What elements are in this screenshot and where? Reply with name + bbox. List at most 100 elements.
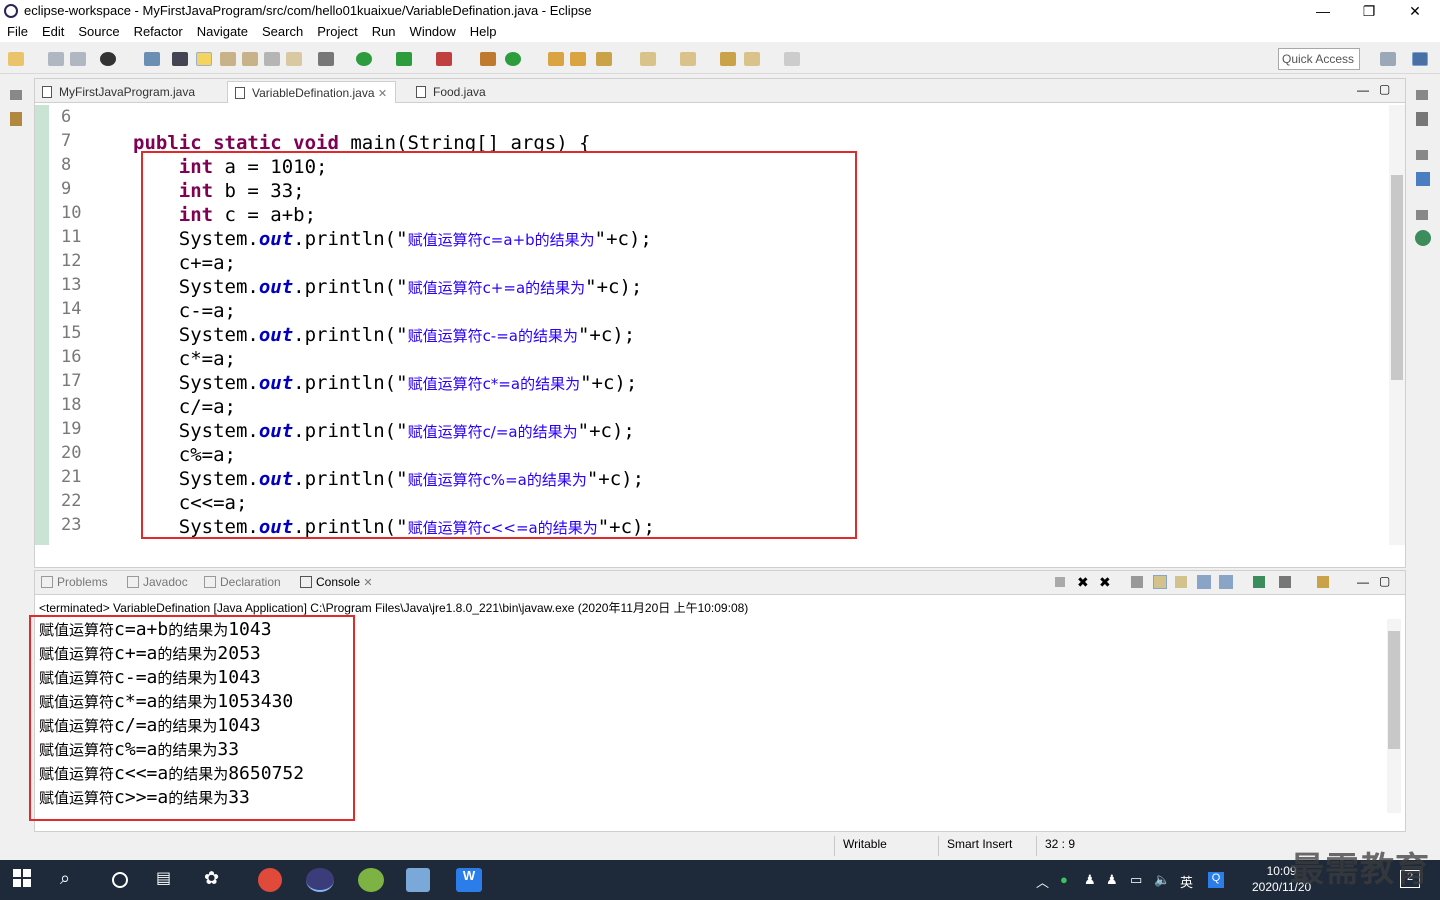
menu-edit[interactable]: Edit <box>35 22 71 39</box>
tab-declaration[interactable]: Declaration <box>202 575 281 589</box>
line-number: 20 <box>61 443 82 463</box>
tab-food[interactable]: Food.java <box>409 81 494 103</box>
new-class-icon[interactable] <box>505 52 521 66</box>
editor-horizontal-scrollbar[interactable] <box>85 547 1375 561</box>
block-select-icon[interactable] <box>242 52 258 66</box>
scroll-lock-icon[interactable] <box>1153 575 1167 589</box>
editor-vertical-scrollbar[interactable] <box>1389 105 1405 545</box>
qq-icon[interactable]: ♟ <box>1106 872 1118 888</box>
minimize-view-icon[interactable]: — <box>1357 575 1369 589</box>
qq-icon[interactable]: ♟ <box>1084 872 1096 888</box>
restore-icon[interactable] <box>1416 150 1428 160</box>
melon-app-icon[interactable] <box>358 868 384 892</box>
cortana-icon[interactable] <box>108 868 134 892</box>
open-type-icon[interactable] <box>548 52 564 66</box>
menu-navigate[interactable]: Navigate <box>190 22 255 39</box>
notes-app-icon[interactable] <box>406 868 430 892</box>
menu-file[interactable]: File <box>0 22 35 39</box>
wechat-icon[interactable]: ● <box>1060 872 1068 887</box>
network-icon[interactable]: ▭ <box>1130 872 1142 888</box>
eclipse-taskbar-icon[interactable] <box>306 868 334 892</box>
java-perspective-icon[interactable] <box>1412 52 1428 66</box>
tab-console[interactable]: Console ✕ <box>298 575 373 589</box>
tab-problems[interactable]: Problems <box>39 575 108 589</box>
debug-icon[interactable] <box>318 52 334 66</box>
word-wrap-icon[interactable] <box>220 52 236 66</box>
coverage-icon[interactable] <box>396 52 412 66</box>
package-explorer-icon[interactable] <box>10 112 22 126</box>
menu-project[interactable]: Project <box>310 22 364 39</box>
connect-mylyn-icon[interactable] <box>1415 230 1431 246</box>
console-vertical-scrollbar[interactable] <box>1387 619 1401 813</box>
qq-browser-icon[interactable]: Q <box>1208 872 1224 888</box>
minimize-view-icon[interactable]: — <box>1357 83 1369 97</box>
restore-icon[interactable] <box>1416 210 1428 220</box>
debug-config-icon[interactable] <box>100 52 116 66</box>
code-editor[interactable]: MyFirstJavaProgram.java VariableDefinati… <box>34 78 1406 568</box>
open-perspective-icon[interactable] <box>1380 52 1396 66</box>
close-tab-icon[interactable]: ✕ <box>363 577 372 589</box>
start-button[interactable] <box>12 868 38 892</box>
close-tab-icon[interactable]: ✕ <box>378 88 387 100</box>
new-icon[interactable] <box>8 52 24 66</box>
volume-icon[interactable]: 🔈 <box>1154 872 1170 888</box>
open-console-icon[interactable] <box>1317 576 1329 588</box>
status-cursor-position: 32 : 9 <box>1036 836 1134 856</box>
restore-icon[interactable] <box>1416 90 1428 100</box>
save-icon[interactable] <box>48 52 64 66</box>
next-annotation-icon[interactable] <box>640 52 656 66</box>
menu-run[interactable]: Run <box>365 22 403 39</box>
terminate-icon[interactable] <box>1055 577 1065 587</box>
restore-icon[interactable] <box>10 90 22 100</box>
forward-icon[interactable] <box>784 52 800 66</box>
search-icon[interactable]: ⌕ <box>60 868 86 892</box>
scrollbar-thumb[interactable] <box>1391 175 1403 380</box>
pinwheel-app-icon[interactable]: ✿ <box>204 868 230 892</box>
highlight-icon[interactable] <box>196 52 212 66</box>
chrome-icon[interactable] <box>258 868 282 892</box>
show-on-stdout-icon[interactable] <box>1197 575 1211 589</box>
menu-source[interactable]: Source <box>71 22 126 39</box>
menu-search[interactable]: Search <box>255 22 310 39</box>
word-wrap-icon[interactable] <box>1175 576 1187 588</box>
remove-all-icon[interactable]: ✖ <box>1099 574 1111 591</box>
task-list-icon[interactable] <box>1416 112 1428 126</box>
display-console-icon[interactable] <box>1279 576 1291 588</box>
print-icon[interactable] <box>286 52 302 66</box>
pin-console-icon[interactable] <box>1253 576 1265 588</box>
task-view-icon[interactable]: ▤ <box>156 868 182 892</box>
toggle-mark-icon[interactable] <box>172 52 188 66</box>
close-button[interactable]: ✕ <box>1392 0 1438 22</box>
tab-variabledefination[interactable]: VariableDefination.java ✕ <box>227 81 397 103</box>
menu-refactor[interactable]: Refactor <box>127 22 190 39</box>
minimize-button[interactable]: — <box>1300 0 1346 22</box>
save-all-icon[interactable] <box>70 52 86 66</box>
new-java-project-icon[interactable] <box>480 52 496 66</box>
show-whitespace-icon[interactable] <box>264 52 280 66</box>
wps-icon[interactable]: W <box>456 868 482 892</box>
line-number: 9 <box>61 179 72 199</box>
remove-launch-icon[interactable]: ✖ <box>1077 574 1089 591</box>
quick-access-field[interactable]: Quick Access <box>1278 48 1360 70</box>
run-icon[interactable] <box>356 52 372 66</box>
tab-javadoc[interactable]: Javadoc <box>125 575 188 589</box>
maximize-button[interactable]: ❐ <box>1346 0 1392 22</box>
menu-help[interactable]: Help <box>463 22 504 39</box>
scrollbar-thumb[interactable] <box>1388 631 1400 749</box>
maximize-view-icon[interactable]: ▢ <box>1379 82 1390 96</box>
external-tools-icon[interactable] <box>436 52 452 66</box>
menu-window[interactable]: Window <box>403 22 463 39</box>
last-edit-icon[interactable] <box>720 52 736 66</box>
outline-icon[interactable] <box>1416 172 1430 186</box>
show-on-stderr-icon[interactable] <box>1219 575 1233 589</box>
maximize-view-icon[interactable]: ▢ <box>1379 574 1390 588</box>
search-icon[interactable] <box>596 52 612 66</box>
ime-indicator[interactable]: 英 <box>1180 872 1193 891</box>
tab-myfirstjavaprogram[interactable]: MyFirstJavaProgram.java <box>35 81 203 103</box>
back-icon[interactable] <box>744 52 760 66</box>
show-hidden-icons[interactable]: ︿ <box>1036 872 1049 891</box>
open-task-icon[interactable] <box>570 52 586 66</box>
skip-breakpoints-icon[interactable] <box>144 52 160 66</box>
previous-annotation-icon[interactable] <box>680 52 696 66</box>
clear-console-icon[interactable] <box>1131 576 1143 588</box>
